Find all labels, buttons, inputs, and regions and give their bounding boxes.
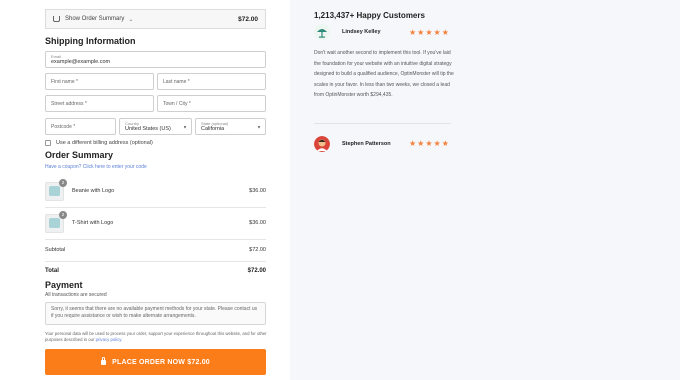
- country-value: United States (US): [125, 125, 171, 132]
- state-select[interactable]: State (optional) California ▼: [195, 118, 266, 135]
- first-name-field[interactable]: First name *: [45, 73, 154, 90]
- billing-checkbox[interactable]: [45, 140, 51, 146]
- item-name: Beanie with Logo: [72, 188, 115, 194]
- total-value: $72.00: [247, 268, 266, 274]
- reviewer-logo: [314, 24, 330, 40]
- review-text: Don't wait another second to implement t…: [314, 50, 454, 98]
- star-icon: ★: [441, 28, 449, 37]
- review-header: Lindsey Kelley: [314, 24, 394, 40]
- email-field[interactable]: Email example@example.com: [45, 51, 266, 68]
- select-arrow-icon: ▼: [183, 124, 187, 129]
- town-city-field[interactable]: Town / City *: [157, 95, 266, 112]
- place-order-button[interactable]: PLACE ORDER NOW $72.00: [45, 349, 266, 375]
- total-row: Total $72.00: [45, 268, 266, 274]
- shipping-heading: Shipping Information: [45, 36, 136, 46]
- postcode-placeholder: Postcode *: [51, 123, 76, 130]
- town-city-placeholder: Town / City *: [163, 100, 191, 107]
- total-label: Total: [45, 268, 59, 274]
- review-header: Stephen Patterson: [314, 136, 394, 152]
- state-value: California: [201, 125, 225, 132]
- star-icon: ★: [409, 28, 417, 37]
- star-icon: ★: [417, 139, 425, 148]
- order-item: 2 Beanie with Logo $36.00: [45, 178, 266, 204]
- star-icon: ★: [425, 28, 433, 37]
- beanie-image: [49, 186, 60, 196]
- star-rating: ★ ★ ★ ★ ★: [409, 140, 450, 148]
- show-order-summary-toggle[interactable]: Show Order Summary ⌄ $72.00: [45, 9, 266, 29]
- first-name-placeholder: First name *: [51, 78, 78, 85]
- item-price: $36.00: [249, 188, 266, 194]
- privacy-notice: Your personal data will be used to proce…: [45, 331, 270, 343]
- subtotal-row: Subtotal $72.00: [45, 247, 266, 253]
- product-thumbnail: 2: [45, 210, 67, 233]
- chevron-down-icon: ⌄: [128, 16, 134, 23]
- lock-icon: [101, 356, 107, 365]
- divider: [45, 207, 266, 208]
- secured-text: All transactions are secured: [45, 292, 107, 298]
- last-name-field[interactable]: Last name *: [157, 73, 266, 90]
- payment-heading: Payment: [45, 280, 83, 290]
- privacy-policy-link[interactable]: privacy policy.: [96, 337, 123, 342]
- star-icon: ★: [409, 139, 417, 148]
- item-price: $36.00: [249, 220, 266, 226]
- country-select[interactable]: Country United States (US) ▼: [119, 118, 192, 135]
- quantity-badge: 2: [59, 178, 67, 187]
- star-icon: ★: [433, 28, 441, 37]
- billing-address-option[interactable]: Use a different billing address (optiona…: [45, 140, 153, 146]
- divider: [45, 261, 266, 262]
- product-thumbnail: 2: [45, 178, 67, 201]
- checkout-page: Show Order Summary ⌄ $72.00 Shipping Inf…: [0, 0, 680, 380]
- street-address-field[interactable]: Street address *: [45, 95, 154, 112]
- show-order-summary-label: Show Order Summary: [65, 16, 125, 22]
- order-summary-heading: Order Summary: [45, 150, 114, 160]
- divider: [314, 123, 451, 124]
- street-address-placeholder: Street address *: [51, 100, 87, 107]
- divider: [45, 239, 266, 240]
- item-name: T-Shirt with Logo: [72, 220, 114, 226]
- select-arrow-icon: ▼: [257, 124, 261, 129]
- reviewer-name: Lindsey Kelley: [342, 29, 381, 35]
- place-order-label: PLACE ORDER NOW: [112, 358, 186, 366]
- email-value: example@example.com: [51, 58, 111, 65]
- reviewer-name: Stephen Patterson: [342, 141, 391, 147]
- order-item: 2 T-Shirt with Logo $36.00: [45, 210, 266, 236]
- order-summary-total: $72.00: [238, 15, 258, 23]
- privacy-text: Your personal data will be used to proce…: [45, 331, 267, 342]
- postcode-field[interactable]: Postcode *: [45, 118, 116, 135]
- payment-notice: Sorry, it seems that there are no availa…: [45, 302, 266, 325]
- billing-checkbox-label: Use a different billing address (optiona…: [56, 140, 153, 146]
- star-icon: ★: [417, 28, 425, 37]
- star-icon: ★: [425, 139, 433, 148]
- t-shirt-image: [49, 218, 60, 228]
- reviewer-avatar: [314, 136, 330, 152]
- cart-icon: [53, 16, 60, 22]
- subtotal-label: Subtotal: [45, 247, 66, 253]
- last-name-placeholder: Last name *: [163, 78, 190, 85]
- quantity-badge: 2: [59, 210, 67, 219]
- star-icon: ★: [441, 139, 449, 148]
- star-icon: ★: [433, 139, 441, 148]
- star-rating: ★ ★ ★ ★ ★: [409, 29, 450, 37]
- checkout-form-panel: Show Order Summary ⌄ $72.00 Shipping Inf…: [0, 0, 290, 380]
- place-order-amount: $72.00: [187, 358, 210, 366]
- coupon-link[interactable]: Have a coupon? Click here to enter your …: [45, 164, 147, 170]
- happy-customers-headline: 1,213,437+ Happy Customers: [314, 11, 425, 20]
- subtotal-value: $72.00: [249, 247, 266, 253]
